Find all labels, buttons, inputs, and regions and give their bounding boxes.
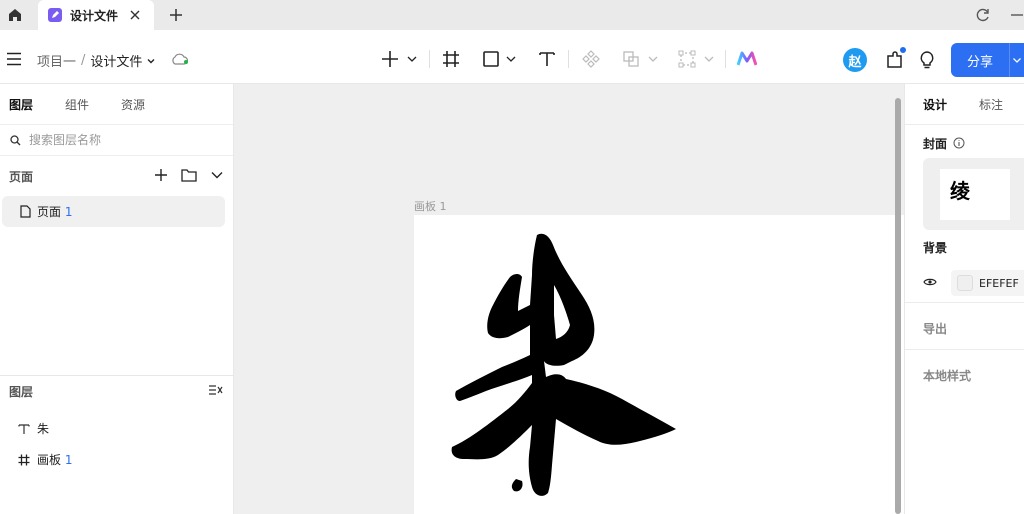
ai-tool-button[interactable]	[737, 49, 757, 69]
cover-preview: 绫	[940, 169, 1010, 220]
add-page-icon[interactable]	[154, 168, 168, 182]
toolbar: 项目一 / 设计文件 赵 分享	[0, 30, 1024, 84]
artboard[interactable]	[414, 215, 904, 514]
divider	[905, 349, 1024, 350]
chevron-down-icon[interactable]	[406, 53, 418, 65]
text-tool-button[interactable]	[537, 49, 557, 69]
info-icon[interactable]	[953, 137, 965, 149]
cloud-sync-icon[interactable]	[170, 52, 190, 66]
divider	[0, 375, 233, 376]
rectangle-icon	[483, 51, 499, 67]
refresh-icon[interactable]	[973, 5, 993, 25]
text-icon	[539, 52, 555, 66]
cover-thumbnail[interactable]: 绫	[923, 158, 1024, 230]
breadcrumb-file[interactable]: 设计文件	[90, 51, 142, 70]
tab-components[interactable]: 组件	[65, 96, 89, 113]
divider	[905, 302, 1024, 303]
menu-icon[interactable]	[6, 52, 22, 66]
chevron-down-icon	[1013, 58, 1021, 63]
lightbulb-icon[interactable]	[918, 50, 936, 70]
search-input[interactable]	[29, 133, 209, 147]
layer-item[interactable]: 画板 1	[18, 451, 72, 468]
breadcrumb-separator: /	[81, 53, 86, 68]
breadcrumb: 项目一 / 设计文件	[37, 51, 156, 70]
mask-tool-button[interactable]	[677, 49, 715, 69]
page-icon	[20, 205, 31, 218]
frame-tool-button[interactable]	[441, 49, 461, 69]
share-options-button[interactable]	[1009, 43, 1024, 77]
home-icon[interactable]	[0, 0, 30, 30]
toolbar-divider	[725, 50, 726, 68]
share-button[interactable]: 分享	[951, 43, 1009, 77]
chevron-down-icon[interactable]	[210, 169, 224, 181]
local-styles-title: 本地样式	[923, 369, 972, 383]
divider	[905, 124, 1024, 125]
layer-search	[0, 124, 233, 156]
color-swatch[interactable]	[957, 275, 973, 291]
minimize-icon[interactable]	[1007, 5, 1024, 25]
chevron-down-icon[interactable]	[703, 53, 715, 65]
eye-icon[interactable]	[923, 277, 937, 287]
ai-logo-icon	[737, 51, 757, 66]
frame-icon	[443, 51, 459, 67]
folder-icon[interactable]	[181, 168, 197, 182]
boolean-tool-button[interactable]	[621, 49, 659, 69]
notification-dot	[900, 47, 906, 53]
design-file-icon	[48, 8, 62, 22]
tab-bar: 设计文件	[0, 0, 1024, 30]
chevron-down-icon[interactable]	[505, 53, 517, 65]
left-panel: 图层 组件 资源 页面 页面 1 图层 朱 画板 1	[0, 84, 234, 514]
tab-annotate[interactable]: 标注	[979, 96, 1003, 113]
tab-layers[interactable]: 图层	[9, 96, 33, 113]
text-icon	[18, 423, 30, 434]
cover-glyph: 绫	[950, 179, 970, 203]
tab-design[interactable]: 设计	[923, 96, 947, 113]
tab-design-file[interactable]: 设计文件	[38, 0, 154, 30]
background-color-value[interactable]: EFEFEF	[979, 277, 1019, 290]
tab-title: 设计文件	[70, 8, 119, 23]
layer-item[interactable]: 朱	[18, 420, 49, 437]
vertical-scrollbar[interactable]	[895, 98, 901, 514]
layer-label: 朱	[37, 422, 50, 436]
calligraphy-character[interactable]	[414, 215, 904, 514]
search-icon	[10, 134, 21, 145]
tab-assets[interactable]: 资源	[121, 96, 145, 113]
artboard-label[interactable]: 画板 1	[414, 198, 447, 214]
layers-header: 图层	[9, 385, 34, 399]
right-panel: 设计 标注 封面 绫 背景 EFEFEF 导出 本地样式	[904, 84, 1024, 514]
component-tool-button[interactable]	[581, 49, 601, 69]
cover-title: 封面	[923, 137, 948, 151]
plus-icon	[382, 51, 398, 67]
page-number: 1	[64, 205, 73, 219]
layer-number: 1	[64, 453, 73, 467]
insert-tool-button[interactable]	[380, 49, 418, 69]
boolean-icon	[623, 51, 639, 67]
collapse-all-icon[interactable]	[208, 384, 224, 396]
add-tab-icon[interactable]	[166, 5, 186, 25]
component-icon	[582, 50, 600, 68]
layer-label: 画板	[37, 453, 62, 467]
pages-header: 页面	[9, 170, 34, 184]
toolbar-divider	[429, 50, 430, 68]
mask-icon	[678, 50, 696, 68]
chevron-down-icon[interactable]	[146, 56, 156, 66]
page-item[interactable]: 页面 1	[2, 196, 225, 227]
avatar[interactable]: 赵	[843, 48, 867, 72]
frame-icon	[18, 454, 30, 465]
page-label: 页面	[37, 205, 62, 219]
toolbar-divider	[568, 50, 569, 68]
background-color-field[interactable]: EFEFEF	[951, 270, 1024, 296]
chevron-down-icon[interactable]	[647, 53, 659, 65]
canvas[interactable]: 画板 1	[234, 84, 904, 514]
close-icon[interactable]	[128, 8, 142, 22]
shape-tool-button[interactable]	[481, 49, 517, 69]
plugin-icon[interactable]	[885, 50, 905, 70]
background-title: 背景	[923, 241, 948, 255]
export-title[interactable]: 导出	[923, 320, 947, 337]
breadcrumb-project[interactable]: 项目一	[37, 51, 76, 70]
